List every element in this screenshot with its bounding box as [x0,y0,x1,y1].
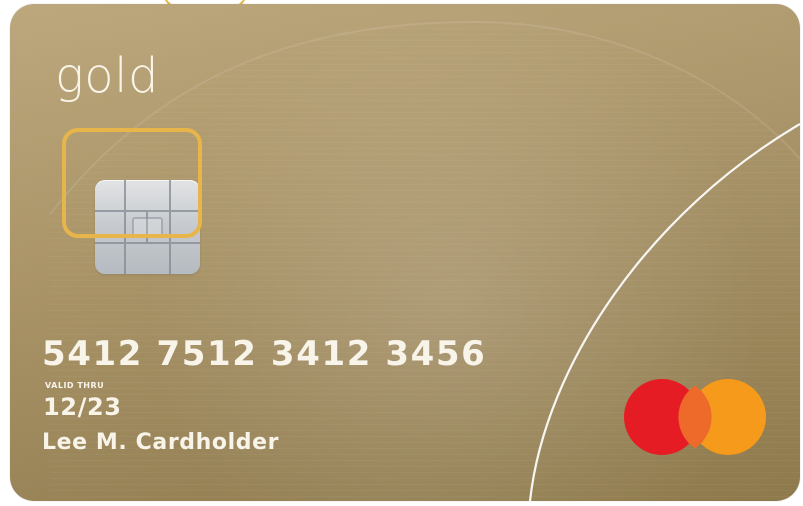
chip-highlight-icon [62,128,202,238]
cardholder-name: Lee M. Cardholder [42,430,280,455]
card-brand-text: gold [55,48,159,104]
expiry-date: 12/23 [43,393,122,421]
card-number: 5412 7512 3412 3456 [42,334,487,374]
mastercard-icon [624,379,766,455]
page-stage: gold 5412 7512 3412 3456 VALID THRU 12/2… [0,0,803,506]
credit-card: gold 5412 7512 3412 3456 VALID THRU 12/2… [10,4,800,501]
valid-thru-label: VALID THRU [45,381,105,390]
